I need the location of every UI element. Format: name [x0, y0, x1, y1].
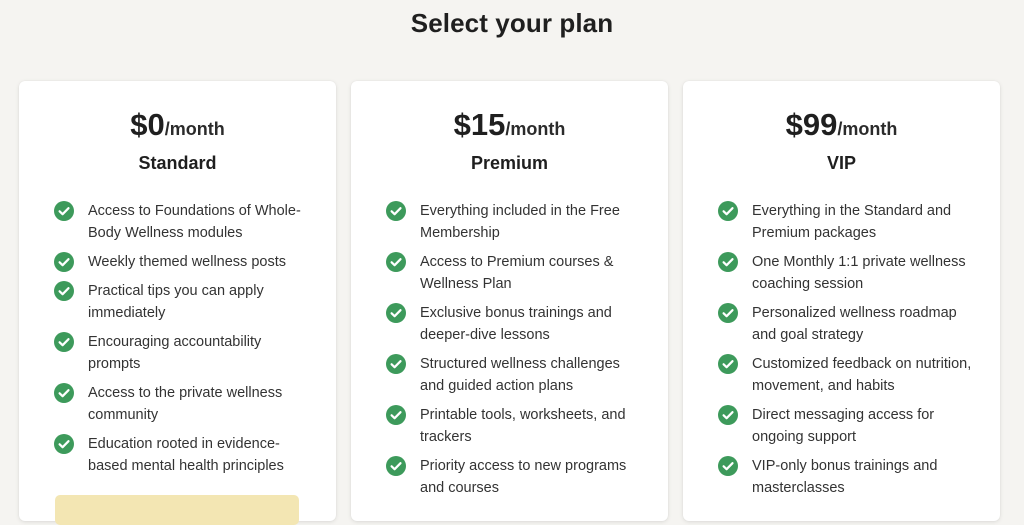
page-title: Select your plan [410, 8, 614, 38]
price-amount: $15 [453, 107, 506, 142]
feature-list: Access to Foundations of Whole-Body Well… [54, 200, 314, 484]
feature-text: Access to the private wellness community [88, 385, 283, 423]
feature-item: Personalized wellness roadmap and goal s… [718, 302, 978, 346]
feature-text: Priority access to new programs and cour… [420, 458, 627, 496]
price-period: /month [505, 119, 566, 139]
feature-item: Access to the private wellness community [54, 382, 314, 426]
feature-text: Education rooted in evidence-based menta… [88, 436, 284, 474]
check-circle-icon [386, 456, 406, 476]
check-circle-icon [718, 252, 738, 272]
feature-list: Everything in the Standard and Premium p… [718, 200, 978, 506]
feature-text: Structured wellness challenges and guide… [420, 356, 620, 394]
feature-text: One Monthly 1:1 private wellness coachin… [752, 254, 966, 292]
feature-item: Access to Foundations of Whole-Body Well… [54, 200, 314, 244]
feature-text: Weekly themed wellness posts [88, 254, 286, 270]
feature-list: Everything included in the Free Membersh… [386, 200, 646, 506]
feature-item: Direct messaging access for ongoing supp… [718, 404, 978, 448]
check-circle-icon [54, 252, 74, 272]
plan-name: VIP [826, 153, 856, 173]
feature-text: Access to Premium courses & Wellness Pla… [420, 254, 614, 292]
plan-price: $0/month [19, 107, 336, 143]
pricing-cards: $0/month Standard Access to Foundations … [19, 81, 1000, 525]
feature-item: Priority access to new programs and cour… [386, 455, 646, 499]
feature-text: Practical tips you can apply immediately [88, 283, 264, 321]
feature-item: One Monthly 1:1 private wellness coachin… [718, 251, 978, 295]
check-circle-icon [718, 201, 738, 221]
price-amount: $0 [130, 107, 165, 142]
feature-item: Structured wellness challenges and guide… [386, 353, 646, 397]
plan-card-premium: $15/month Premium Everything included in… [351, 81, 668, 521]
price-period: /month [164, 119, 225, 139]
check-circle-icon [386, 354, 406, 374]
select-plan-button[interactable] [55, 495, 299, 525]
check-circle-icon [54, 383, 74, 403]
feature-item: Exclusive bonus trainings and deeper-div… [386, 302, 646, 346]
feature-item: Weekly themed wellness posts [54, 251, 314, 273]
feature-item: Printable tools, worksheets, and tracker… [386, 404, 646, 448]
check-circle-icon [386, 252, 406, 272]
feature-text: Everything in the Standard and Premium p… [752, 203, 952, 241]
price-period: /month [837, 119, 898, 139]
feature-item: Access to Premium courses & Wellness Pla… [386, 251, 646, 295]
feature-item: Encouraging accountability prompts [54, 331, 314, 375]
check-circle-icon [54, 201, 74, 221]
plan-price: $99/month [683, 107, 1000, 143]
plan-name: Premium [470, 153, 549, 173]
check-circle-icon [718, 456, 738, 476]
feature-text: Access to Foundations of Whole-Body Well… [88, 203, 301, 241]
feature-text: Everything included in the Free Membersh… [420, 203, 620, 241]
check-circle-icon [386, 303, 406, 323]
feature-text: Direct messaging access for ongoing supp… [752, 407, 935, 445]
feature-text: Printable tools, worksheets, and tracker… [420, 407, 626, 445]
feature-text: Customized feedback on nutrition, moveme… [752, 356, 972, 394]
check-circle-icon [718, 405, 738, 425]
check-circle-icon [718, 354, 738, 374]
feature-text: Encouraging accountability prompts [88, 334, 262, 372]
check-circle-icon [386, 405, 406, 425]
feature-item: Practical tips you can apply immediately [54, 280, 314, 324]
feature-item: VIP-only bonus trainings and masterclass… [718, 455, 978, 499]
check-circle-icon [54, 281, 74, 301]
check-circle-icon [386, 201, 406, 221]
plan-card-vip: $99/month VIP Everything in the Standard… [683, 81, 1000, 521]
check-circle-icon [718, 303, 738, 323]
feature-item: Education rooted in evidence-based menta… [54, 433, 314, 477]
plan-price: $15/month [351, 107, 668, 143]
feature-text: Personalized wellness roadmap and goal s… [752, 305, 957, 343]
feature-item: Everything included in the Free Membersh… [386, 200, 646, 244]
check-circle-icon [54, 332, 74, 352]
feature-text: VIP-only bonus trainings and masterclass… [752, 458, 938, 496]
feature-item: Everything in the Standard and Premium p… [718, 200, 978, 244]
feature-text: Exclusive bonus trainings and deeper-div… [420, 305, 612, 343]
plan-name: Standard [138, 153, 217, 173]
check-circle-icon [54, 434, 74, 454]
plan-card-standard: $0/month Standard Access to Foundations … [19, 81, 336, 525]
feature-item: Customized feedback on nutrition, moveme… [718, 353, 978, 397]
price-amount: $99 [785, 107, 838, 142]
